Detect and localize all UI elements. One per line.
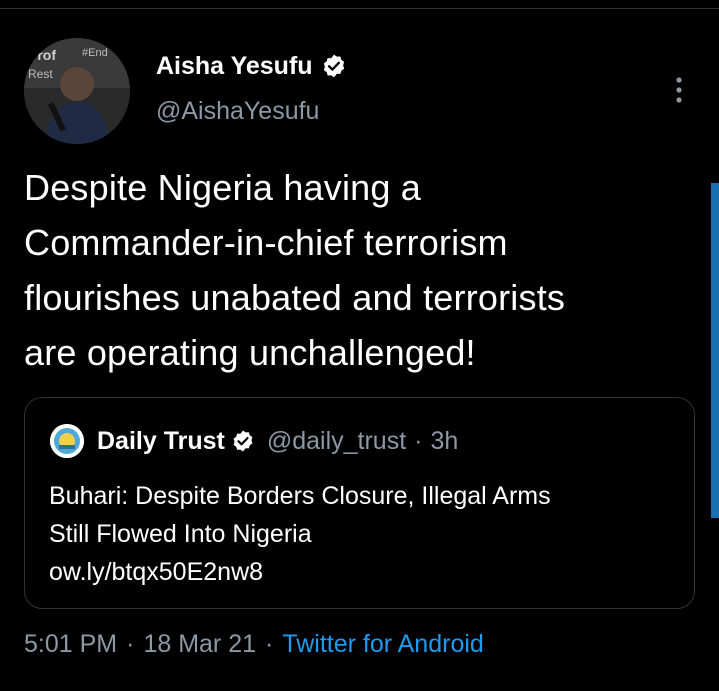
quoted-tweet-card[interactable]: Daily Trust @daily_trust · 3h Buhari: De… <box>24 397 695 609</box>
tweet-text: Despite Nigeria having a Commander-in-ch… <box>24 160 704 380</box>
author-name-row: Aisha Yesufu <box>156 49 347 83</box>
avatar-photo: Prof Rest #End <box>24 38 130 144</box>
scrollbar-thumb[interactable] <box>711 183 719 518</box>
quoted-author-name[interactable]: Daily Trust <box>97 427 225 456</box>
quoted-author-avatar[interactable] <box>50 424 84 458</box>
dot-separator: · <box>126 629 135 658</box>
tweet-source-link[interactable]: Twitter for Android <box>282 630 483 659</box>
tweet-meta: 5:01 PM · 18 Mar 21 · Twitter for Androi… <box>24 626 484 662</box>
tweet-time[interactable]: 5:01 PM <box>24 630 117 659</box>
tweet-text-line: Commander-in-chief terrorism <box>24 222 508 263</box>
svg-text:Rest: Rest <box>28 67 53 81</box>
svg-text:Prof: Prof <box>28 47 56 63</box>
quoted-tweet-body: Buhari: Despite Borders Closure, Illegal… <box>49 477 679 591</box>
tweet-text-line: are operating unchallenged! <box>24 332 476 373</box>
author-name[interactable]: Aisha Yesufu <box>156 52 313 81</box>
author-handle[interactable]: @AishaYesufu <box>156 97 319 126</box>
dot-separator: · <box>265 629 274 658</box>
quoted-body-line: Still Flowed Into Nigeria <box>49 520 312 548</box>
quoted-link[interactable]: ow.ly/btqx50E2nw8 <box>49 553 679 591</box>
quoted-body-line: Buhari: Despite Borders Closure, Illegal… <box>49 482 551 510</box>
quoted-author-handle[interactable]: @daily_trust <box>267 427 406 456</box>
quoted-tweet-header: Daily Trust @daily_trust · 3h <box>97 423 458 459</box>
author-avatar[interactable]: Prof Rest #End <box>24 38 130 144</box>
tweet-date[interactable]: 18 Mar 21 <box>143 630 256 659</box>
tweet-text-line: Despite Nigeria having a <box>24 167 422 208</box>
top-divider <box>0 8 719 9</box>
tweet-text-line: flourishes unabated and terrorists <box>24 277 566 318</box>
daily-trust-logo-icon <box>50 424 84 458</box>
dot-separator: · <box>414 426 423 455</box>
verified-badge-icon <box>233 430 253 452</box>
verified-badge-icon <box>323 54 344 78</box>
svg-text:#End: #End <box>82 47 108 59</box>
more-options-icon[interactable] <box>671 76 687 104</box>
quoted-tweet-time[interactable]: 3h <box>430 427 458 456</box>
